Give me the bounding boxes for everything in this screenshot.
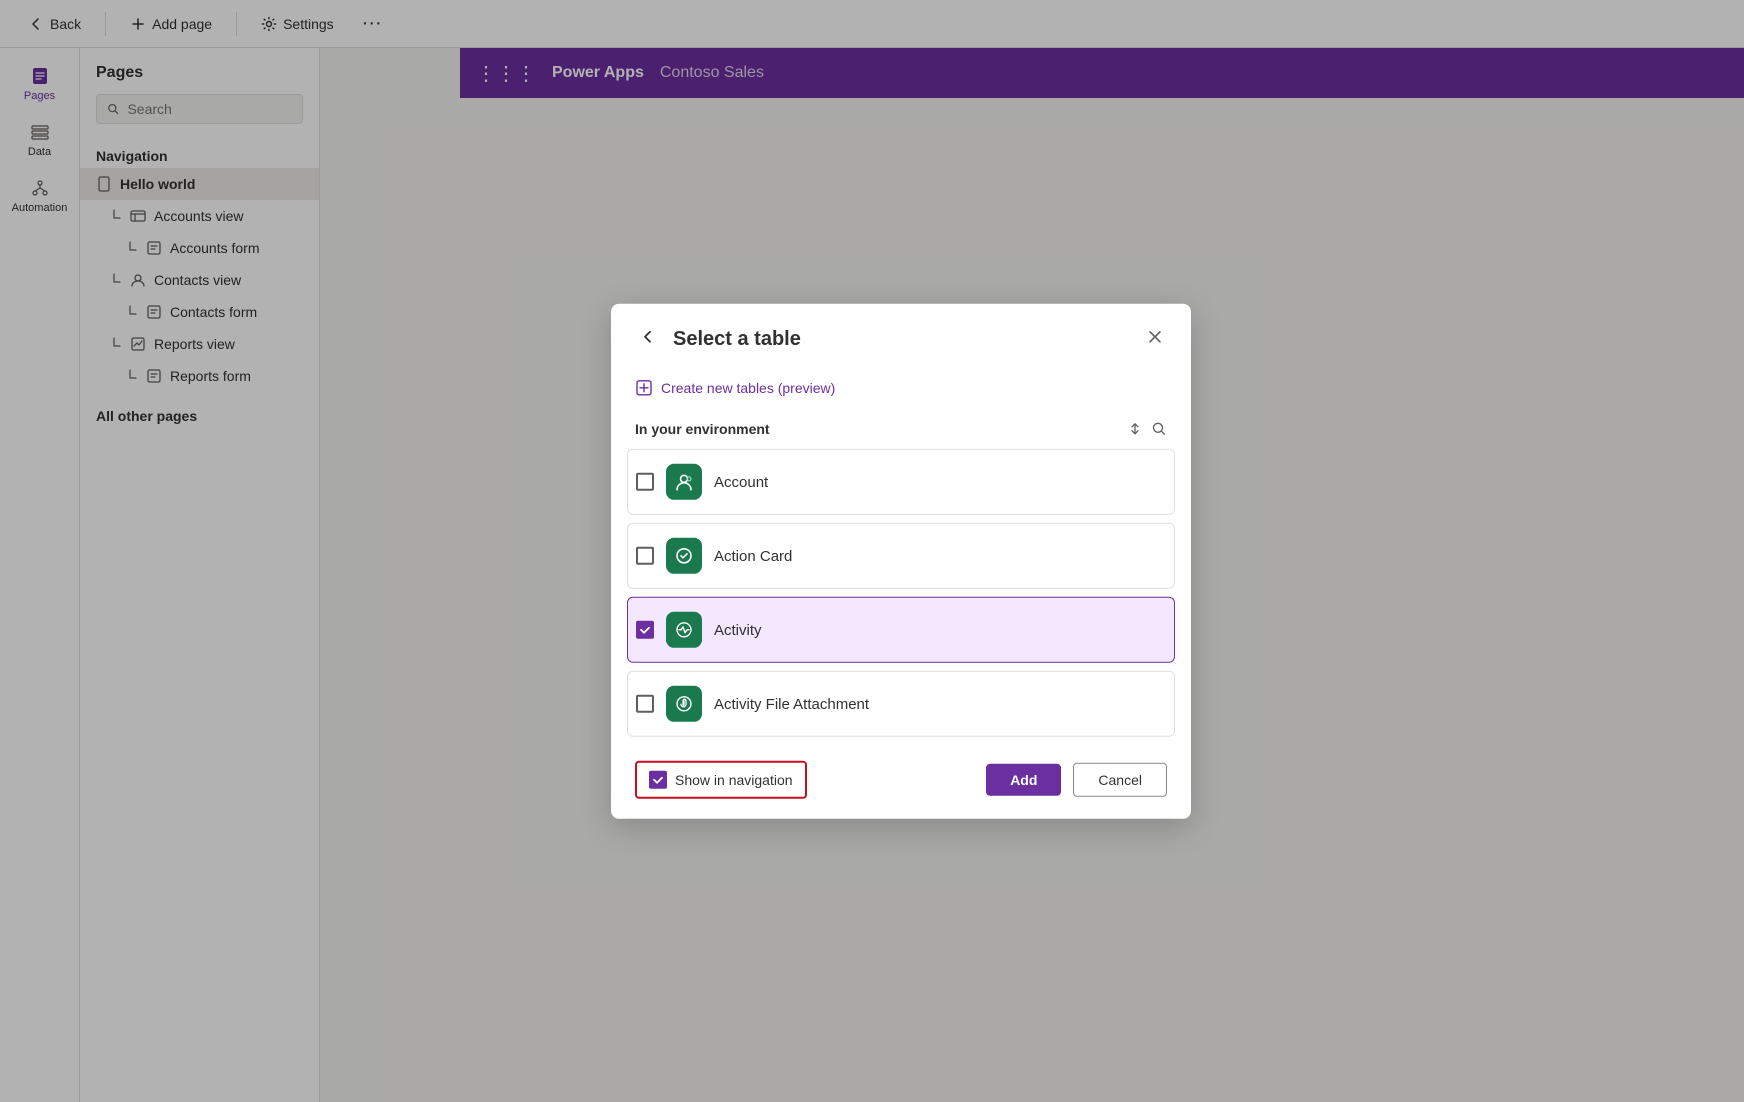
activity-table-name: Activity [714, 621, 762, 638]
create-new-tables-label: Create new tables (preview) [661, 380, 835, 396]
action-card-icon [673, 545, 695, 567]
dialog-back-icon [639, 328, 657, 346]
show-nav-check-icon [652, 774, 664, 786]
table-item-activity[interactable]: Activity [627, 597, 1175, 663]
table-item-action-card[interactable]: Action Card [627, 523, 1175, 589]
create-table-icon [635, 379, 653, 397]
activity-file-attachment-checkbox[interactable] [636, 695, 654, 713]
show-in-navigation-checkbox[interactable]: Show in navigation [635, 761, 807, 799]
add-button[interactable]: Add [986, 764, 1061, 796]
check-icon [639, 624, 651, 636]
action-card-table-icon [666, 538, 702, 574]
account-table-icon [666, 464, 702, 500]
create-new-tables-link[interactable]: Create new tables (preview) [611, 371, 1191, 413]
table-item-account[interactable]: Account [627, 449, 1175, 515]
environment-label: In your environment [635, 421, 770, 437]
select-table-dialog: Select a table Create new tables (previe… [611, 304, 1191, 819]
activity-file-table-icon [666, 686, 702, 722]
activity-icon [673, 619, 695, 641]
dialog-title: Select a table [673, 328, 801, 351]
close-icon [1147, 329, 1163, 345]
activity-checkbox[interactable] [636, 621, 654, 639]
environment-controls [1127, 421, 1167, 437]
table-item-activity-file-attachment[interactable]: Activity File Attachment [627, 671, 1175, 737]
action-card-checkbox[interactable] [636, 547, 654, 565]
show-in-navigation-label: Show in navigation [675, 772, 793, 788]
dialog-header-left: Select a table [635, 324, 801, 355]
attachment-icon [673, 693, 695, 715]
sort-icon[interactable] [1127, 421, 1143, 437]
env-search-icon[interactable] [1151, 421, 1167, 437]
account-table-name: Account [714, 473, 768, 490]
show-nav-cb-checked [649, 771, 667, 789]
action-card-table-name: Action Card [714, 547, 792, 564]
account-checkbox[interactable] [636, 473, 654, 491]
environment-header: In your environment [611, 413, 1191, 449]
dialog-close-button[interactable] [1143, 325, 1167, 354]
activity-file-table-name: Activity File Attachment [714, 695, 869, 712]
activity-table-icon [666, 612, 702, 648]
dialog-footer: Show in navigation Add Cancel [611, 745, 1191, 819]
dialog-header: Select a table [611, 304, 1191, 371]
table-list: Account Action Card [611, 449, 1191, 745]
account-icon [673, 471, 695, 493]
dialog-back-button[interactable] [635, 324, 661, 355]
cancel-button[interactable]: Cancel [1073, 763, 1167, 797]
